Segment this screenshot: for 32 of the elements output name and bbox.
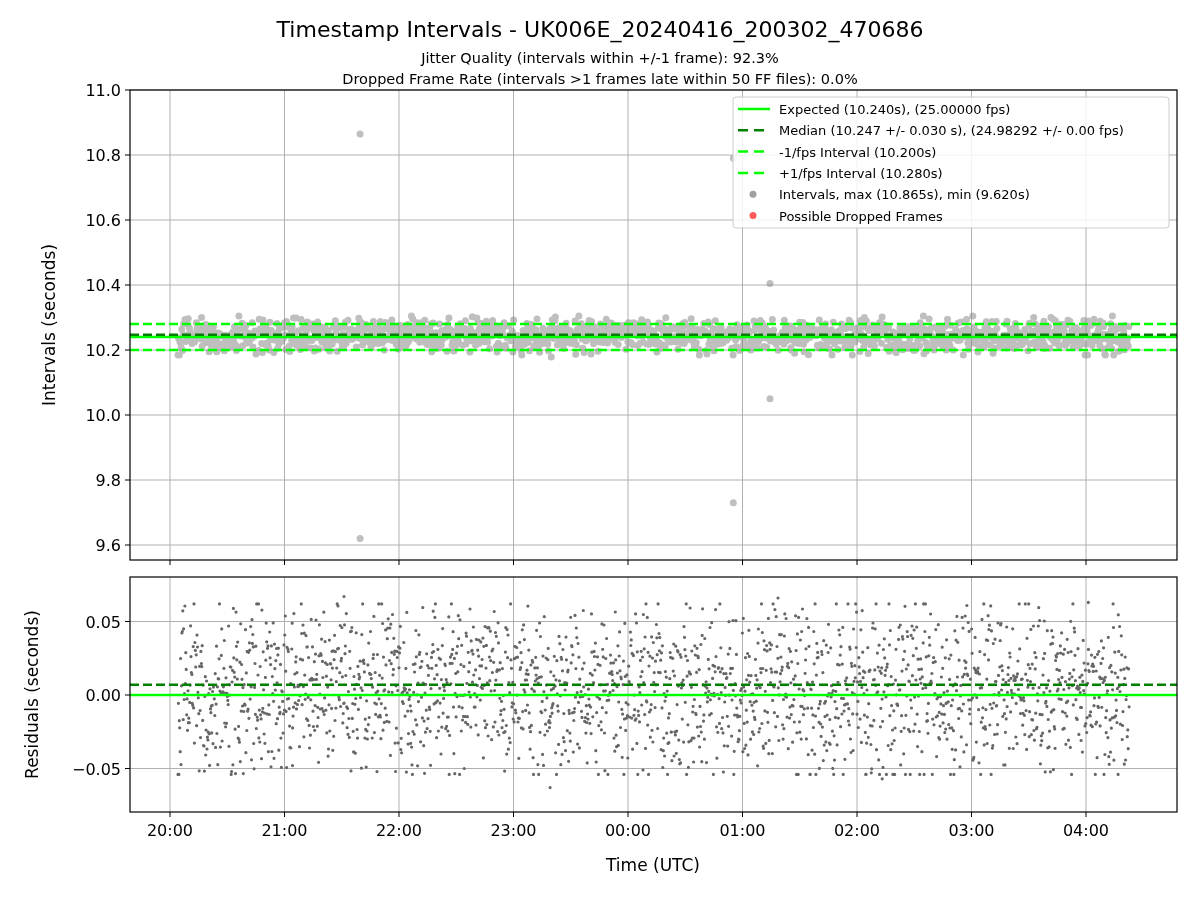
y-tick-label: 9.6 <box>95 536 121 555</box>
y-tick-label: 11.0 <box>85 81 121 100</box>
y-tick-label: 0.00 <box>85 686 121 705</box>
legend-label: Expected (10.240s), (25.00000 fps) <box>779 102 1011 117</box>
chart-subtitle: Dropped Frame Rate (intervals >1 frames late within 50 FF files): 0.0% <box>342 71 858 87</box>
legend-label: -1/fps Interval (10.200s) <box>779 144 937 160</box>
x-tick-label: 21:00 <box>261 821 308 840</box>
y-tick-label: 10.0 <box>85 406 121 425</box>
x-tick-label: 03:00 <box>948 821 995 840</box>
y-tick-label: 10.4 <box>85 276 121 295</box>
x-tick-label: 01:00 <box>719 821 766 840</box>
y-tick-label: 10.8 <box>85 146 121 165</box>
x-tick-label: 00:00 <box>604 821 652 840</box>
chart-title: Timestamp Intervals - UK006E_20240416_200302_470686 <box>276 17 924 42</box>
x-tick-label: 04:00 <box>1062 821 1110 840</box>
chart-subtitle: Jitter Quality (intervals within +/-1 frame): 92.3% <box>421 50 779 66</box>
x-axis-label: Time (UTC) <box>606 855 700 875</box>
x-tick-label: 20:00 <box>146 821 194 840</box>
x-tick-label: 22:00 <box>375 821 423 840</box>
legend-label: Possible Dropped Frames <box>779 208 943 224</box>
y-tick-label: 10.2 <box>85 341 121 360</box>
y-tick-label: 0.05 <box>85 612 121 632</box>
x-tick-label: 23:00 <box>490 821 537 840</box>
y-axis-label: Residuals (seconds) <box>22 610 42 779</box>
legend-label: +1/fps Interval (10.280s) <box>779 165 943 181</box>
y-tick-label: 9.8 <box>95 471 121 490</box>
x-tick-label: 02:00 <box>833 821 881 840</box>
y-tick-label: 10.6 <box>85 211 121 230</box>
y-tick-label: −0.05 <box>71 759 121 779</box>
legend-label: Intervals, max (10.865s), min (9.620s) <box>779 187 1030 203</box>
legend-label: Median (10.247 +/- 0.030 s), (24.98292 +/- 0.00 fps) <box>779 123 1124 139</box>
y-axis-label: Intervals (seconds) <box>39 243 59 407</box>
